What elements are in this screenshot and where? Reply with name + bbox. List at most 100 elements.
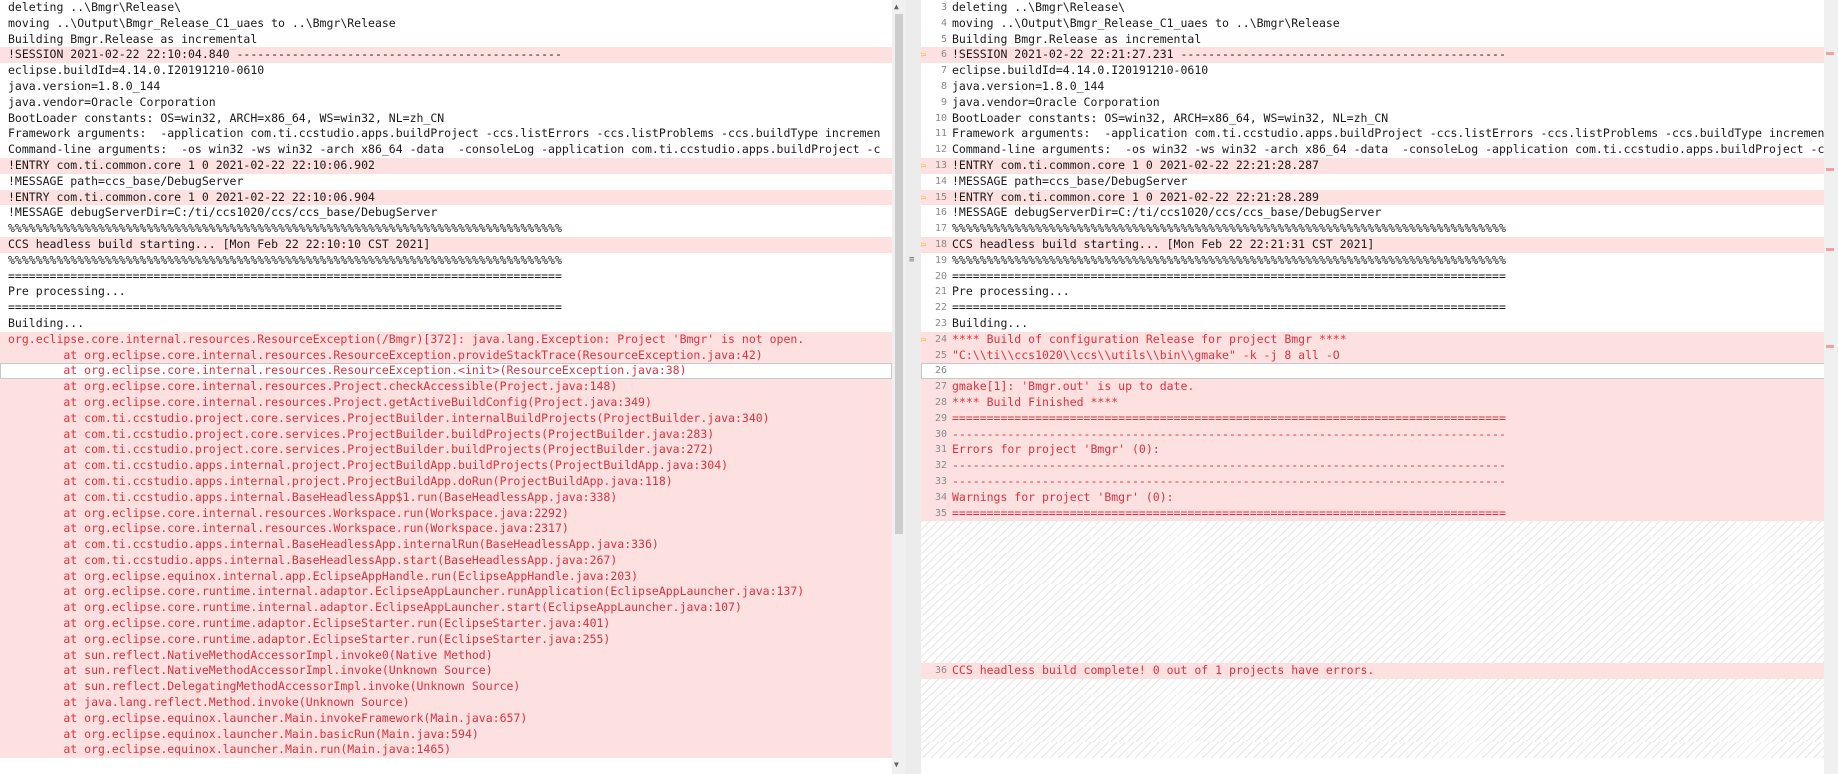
code-line[interactable]: %%%%%%%%%%%%%%%%%%%%%%%%%%%%%%%%%%%%%%%%… — [0, 221, 892, 237]
code-line[interactable]: java.version=1.8.0_144 — [0, 79, 892, 95]
code-line[interactable]: at org.eclipse.core.internal.resources.P… — [0, 379, 892, 395]
code-line[interactable]: eclipse.buildId=4.14.0.I20191210-0610 — [0, 63, 892, 79]
code-line[interactable]: Pre processing... — [0, 284, 892, 300]
code-line[interactable]: at com.ti.ccstudio.apps.internal.BaseHea… — [0, 537, 892, 553]
scroll-up-icon[interactable]: ▲ — [894, 2, 899, 11]
arrow-left-icon[interactable]: ⇦ — [921, 47, 926, 63]
arrow-left-icon[interactable]: ⇦ — [921, 332, 926, 348]
code-line[interactable]: 16 !MESSAGE debugServerDir=C:/ti/ccs1020/… — [921, 205, 1838, 221]
code-line[interactable]: at com.ti.ccstudio.apps.internal.project… — [0, 458, 892, 474]
filler-line[interactable] — [921, 695, 1838, 711]
code-line[interactable]: deleting ..\Bmgr\Release\ — [0, 0, 892, 16]
code-line[interactable]: Framework arguments: -application com.ti… — [0, 126, 892, 142]
filler-line[interactable] — [921, 584, 1838, 601]
code-line[interactable]: at java.lang.reflect.Method.invoke(Unkno… — [0, 695, 892, 711]
code-line[interactable]: !ENTRY com.ti.common.core 1 0 2021-02-22… — [0, 189, 892, 206]
code-line[interactable]: 17%%%%%%%%%%%%%%%%%%%%%%%%%%%%%%%%%%%%%%… — [921, 221, 1838, 237]
code-line[interactable]: 19%%%%%%%%%%%%%%%%%%%%%%%%%%%%%%%%%%%%%%… — [921, 253, 1838, 269]
code-line[interactable]: at com.ti.ccstudio.apps.internal.BaseHea… — [0, 489, 892, 506]
code-line[interactable]: 10 BootLoader constants: OS=win32, ARCH=x… — [921, 111, 1838, 127]
filler-line[interactable] — [921, 631, 1838, 648]
code-line[interactable]: ========================================… — [0, 269, 892, 285]
filler-line[interactable] — [921, 710, 1838, 727]
code-line[interactable]: at org.eclipse.core.internal.resources.R… — [0, 347, 892, 364]
code-line[interactable]: 28 **** Build Finished **** — [921, 394, 1838, 411]
filler-line[interactable] — [921, 552, 1838, 569]
code-line[interactable]: 23 Building... — [921, 316, 1838, 332]
filler-line[interactable] — [921, 647, 1838, 664]
left-scrollbar[interactable]: ▲ ▼ — [892, 0, 906, 774]
code-line[interactable]: at org.eclipse.equinox.launcher.Main.bas… — [0, 726, 892, 743]
code-line[interactable]: at org.eclipse.core.internal.resources.R… — [0, 363, 892, 380]
code-line[interactable]: 11 Framework arguments: -application com.… — [921, 126, 1838, 142]
code-line[interactable]: 20 ======================================… — [921, 269, 1838, 285]
code-line[interactable]: at com.ti.ccstudio.project.core.services… — [0, 410, 892, 427]
filler-line[interactable] — [921, 726, 1838, 743]
code-line[interactable]: 15 ⇦ !ENTRY com.ti.common.core 1 0 2021-02… — [921, 189, 1838, 206]
code-line[interactable]: at org.eclipse.core.runtime.internal.ada… — [0, 584, 892, 601]
filler-line[interactable] — [921, 568, 1838, 585]
left-diff-pane[interactable]: deleting ..\Bmgr\Release\ moving ..\Outpu… — [0, 0, 892, 774]
code-line[interactable]: at org.eclipse.core.internal.resources.W… — [0, 505, 892, 522]
code-line[interactable]: 24 ⇦ **** Build of configuration Release f… — [921, 331, 1838, 348]
code-line[interactable]: Building... — [0, 316, 892, 332]
code-line[interactable]: 35 ======================================… — [921, 505, 1838, 522]
code-line[interactable]: 3 deleting ..\Bmgr\Release\ — [921, 0, 1838, 16]
code-line[interactable]: at org.eclipse.equinox.launcher.Main.run… — [0, 742, 892, 759]
code-line[interactable]: 30 --------------------------------------… — [921, 426, 1838, 443]
code-line[interactable]: 36 CCS headless build complete! 0 out of … — [921, 663, 1838, 680]
filler-line[interactable] — [921, 679, 1838, 696]
code-line[interactable]: Building Bmgr.Release as incremental — [0, 32, 892, 48]
code-line[interactable]: at org.eclipse.core.runtime.adaptor.Ecli… — [0, 631, 892, 648]
code-line[interactable]: at org.eclipse.core.internal.resources.P… — [0, 394, 892, 411]
grip-icon[interactable]: ≡ — [909, 255, 914, 265]
filler-line[interactable] — [921, 537, 1838, 553]
code-line[interactable]: !SESSION 2021-02-22 22:10:04.840 -------… — [0, 47, 892, 64]
code-line[interactable]: at org.eclipse.core.runtime.adaptor.Ecli… — [0, 616, 892, 632]
filler-line[interactable] — [921, 616, 1838, 632]
filler-line[interactable] — [921, 600, 1838, 617]
code-line[interactable]: at org.eclipse.equinox.internal.app.Ecli… — [0, 568, 892, 585]
code-line[interactable]: at org.eclipse.core.internal.resources.W… — [0, 521, 892, 538]
code-line[interactable]: at sun.reflect.NativeMethodAccessorImpl.… — [0, 663, 892, 680]
scroll-down-icon[interactable]: ▼ — [894, 760, 899, 769]
code-line[interactable]: 31 Errors for project 'Bmgr' (0): — [921, 442, 1838, 459]
code-line[interactable]: 6 ⇦ !SESSION 2021-02-22 22:21:27.231 -----… — [921, 47, 1838, 64]
code-line[interactable]: 7 eclipse.buildId=4.14.0.I20191210-0610 — [921, 63, 1838, 79]
code-line[interactable]: Command-line arguments: -os win32 -ws wi… — [0, 142, 892, 158]
code-line[interactable]: BootLoader constants: OS=win32, ARCH=x86… — [0, 111, 892, 127]
right-diff-pane[interactable]: 3 deleting ..\Bmgr\Release\ 4 moving ..\Out… — [921, 0, 1838, 774]
code-line[interactable]: 25 "C:\\ti\\ccs1020\\ccs\\utils\\bin\\gma… — [921, 347, 1838, 364]
code-line[interactable]: 14 !MESSAGE path=ccs_base/DebugServer — [921, 174, 1838, 190]
code-line[interactable]: 22 ======================================… — [921, 300, 1838, 316]
code-line[interactable]: at com.ti.ccstudio.project.core.services… — [0, 426, 892, 443]
code-line[interactable]: at org.eclipse.core.runtime.internal.ada… — [0, 600, 892, 617]
diff-splitter[interactable]: ≡ — [906, 0, 921, 774]
code-line[interactable]: ========================================… — [0, 300, 892, 316]
code-line[interactable]: 18 ⇦ CCS headless build starting... [Mon F… — [921, 236, 1838, 253]
code-line[interactable]: at sun.reflect.DelegatingMethodAccessorI… — [0, 679, 892, 696]
arrow-left-icon[interactable]: ⇦ — [921, 158, 926, 174]
code-line[interactable]: 32 --------------------------------------… — [921, 458, 1838, 474]
code-line[interactable]: CCS headless build starting... [Mon Feb … — [0, 236, 892, 253]
code-line[interactable]: 4 moving ..\Output\Bmgr_Release_C1_uaes t… — [921, 16, 1838, 32]
code-line[interactable]: 29 ======================================… — [921, 410, 1838, 427]
code-line[interactable]: at com.ti.ccstudio.apps.internal.BaseHea… — [0, 552, 892, 569]
code-line[interactable]: 5 Building Bmgr.Release as incremental — [921, 32, 1838, 48]
code-line[interactable]: at org.eclipse.equinox.launcher.Main.inv… — [0, 710, 892, 727]
code-line[interactable]: 21 Pre processing... — [921, 284, 1838, 300]
code-line[interactable]: !MESSAGE debugServerDir=C:/ti/ccs1020/cc… — [0, 205, 892, 221]
code-line[interactable]: at com.ti.ccstudio.apps.internal.project… — [0, 473, 892, 490]
right-scrollbar[interactable] — [1824, 0, 1838, 774]
filler-line[interactable] — [921, 521, 1838, 538]
code-line[interactable]: 26 — [921, 363, 1838, 380]
code-line[interactable]: java.vendor=Oracle Corporation — [0, 95, 892, 111]
code-line[interactable]: 34 Warnings for project 'Bmgr' (0): — [921, 489, 1838, 506]
code-line[interactable]: !MESSAGE path=ccs_base/DebugServer — [0, 174, 892, 190]
code-line[interactable]: %%%%%%%%%%%%%%%%%%%%%%%%%%%%%%%%%%%%%%%%… — [0, 253, 892, 269]
arrow-left-icon[interactable]: ⇦ — [921, 237, 926, 253]
code-line[interactable]: 12 Command-line arguments: -os win32 -ws … — [921, 142, 1838, 158]
code-line[interactable]: 27 gmake[1]: 'Bmgr.out' is up to date. — [921, 379, 1838, 395]
code-line[interactable]: at com.ti.ccstudio.project.core.services… — [0, 442, 892, 459]
code-line[interactable]: org.eclipse.core.internal.resources.Reso… — [0, 331, 892, 348]
